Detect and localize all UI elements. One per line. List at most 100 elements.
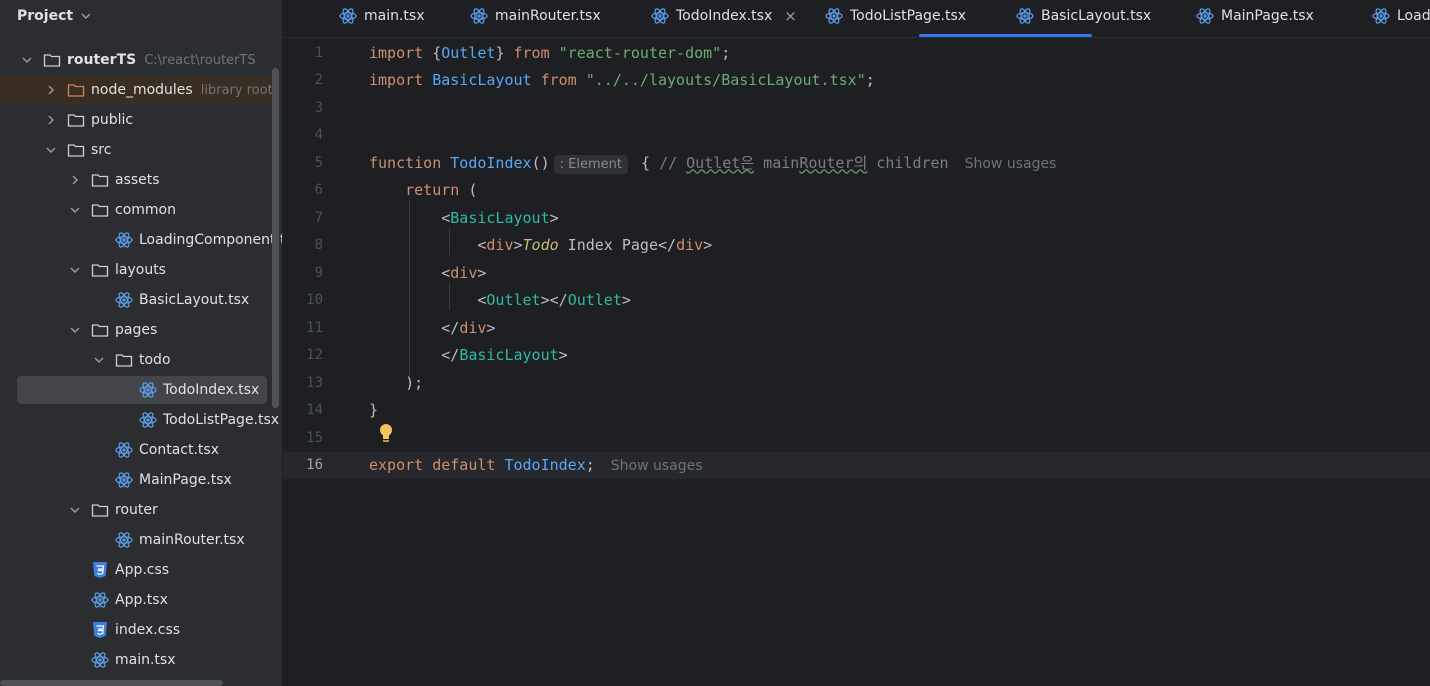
line-number: 15 <box>306 429 323 446</box>
folder-icon <box>67 81 85 99</box>
line-number: 14 <box>306 402 323 418</box>
code-text: import {Outlet} from "react-router-dom"; <box>369 43 731 62</box>
tree-item[interactable]: pages <box>0 316 270 344</box>
code-text: ); <box>369 373 424 392</box>
editor-tab[interactable]: BasicLayout.tsx <box>1016 0 1151 32</box>
tree-item-label: index.css <box>115 622 181 638</box>
react-file-icon <box>139 381 157 399</box>
code-line[interactable]: 4 <box>283 122 1430 149</box>
code-text: <div> <box>369 263 487 282</box>
code-line[interactable]: 11 </div> <box>283 314 1430 341</box>
code-line[interactable]: 8 <div>Todo Index Page</div> <box>283 232 1430 259</box>
chevron-down-icon[interactable] <box>92 353 106 367</box>
code-line[interactable]: 14} <box>283 397 1430 424</box>
line-number: 5 <box>314 154 323 171</box>
folder-icon <box>67 111 85 129</box>
chevron-right-icon[interactable] <box>68 173 82 187</box>
lightbulb-icon[interactable] <box>378 423 394 443</box>
editor-tab[interactable]: mainRouter.tsx <box>470 0 601 32</box>
sidebar-scrollbar[interactable] <box>272 68 279 408</box>
tree-item[interactable]: App.css <box>0 556 270 584</box>
code-line[interactable]: 2 import BasicLayout from "../../layouts/… <box>283 67 1430 94</box>
tree-item[interactable]: index.css <box>0 616 270 644</box>
tree-item-label: routerTS <box>67 52 137 68</box>
sidebar-horizontal-scrollbar[interactable] <box>0 680 223 686</box>
tree-item[interactable]: routerTS C:\react\routerTS <box>0 46 270 74</box>
line-number: 8 <box>314 237 323 253</box>
close-icon[interactable]: × <box>784 7 797 25</box>
tree-item[interactable]: router <box>0 496 270 524</box>
code-line[interactable]: 12 </BasicLayout> <box>283 342 1430 369</box>
code-line[interactable]: 7 <BasicLayout> <box>283 204 1430 231</box>
chevron-right-icon[interactable] <box>44 83 58 97</box>
tree-item-label: Contact.tsx <box>139 442 219 458</box>
tree-item-label: MainPage.tsx <box>139 472 232 488</box>
chevron-right-icon[interactable] <box>44 113 58 127</box>
chevron-down-icon[interactable] <box>68 203 82 217</box>
css-file-icon <box>91 561 109 579</box>
project-panel-header[interactable]: Project <box>0 0 282 32</box>
editor-tab[interactable]: TodoListPage.tsx <box>825 0 966 32</box>
tree-item[interactable]: todo <box>0 346 270 374</box>
tree-item-label: layouts <box>115 262 166 278</box>
line-number: 4 <box>314 127 323 143</box>
code-line[interactable]: 10 <Outlet></Outlet> <box>283 287 1430 314</box>
editor-tab[interactable]: main.tsx <box>339 0 425 32</box>
tree-item[interactable]: App.tsx <box>0 586 270 614</box>
code-text: <BasicLayout> <box>369 208 559 227</box>
tree-item-label: TodoListPage.tsx <box>163 412 280 428</box>
show-usages-link[interactable]: Show usages <box>965 156 1057 172</box>
tab-label: BasicLayout.tsx <box>1041 8 1152 24</box>
tree-item[interactable]: main.tsx <box>0 646 270 674</box>
code-text: } <box>369 401 379 419</box>
editor-tab[interactable]: TodoIndex.tsx × <box>651 0 797 32</box>
tree-item[interactable]: src <box>0 136 270 164</box>
tree-item-label: LoadingComponent.tsx <box>139 232 282 248</box>
editor-tab[interactable]: MainPage.tsx <box>1196 0 1314 32</box>
tree-item[interactable]: common <box>0 196 270 224</box>
chevron-down-icon[interactable] <box>68 503 82 517</box>
code-editor[interactable]: 1 import {Outlet} from "react-router-dom"… <box>283 38 1430 686</box>
css-file-icon <box>91 621 109 639</box>
tree-item[interactable]: Contact.tsx <box>0 436 270 464</box>
code-text: </div> <box>369 318 496 337</box>
chevron-down-icon[interactable] <box>79 9 93 23</box>
code-line[interactable]: 3 <box>283 94 1430 121</box>
code-line[interactable]: 16 export default TodoIndex; Show usages <box>283 451 1430 479</box>
folder-icon <box>91 321 109 339</box>
tree-item[interactable]: mainRouter.tsx <box>0 526 270 554</box>
tree-item[interactable]: LoadingComponent.tsx <box>0 226 282 254</box>
tree-item[interactable]: TodoListPage.tsx <box>0 406 279 434</box>
folder-icon <box>43 51 61 69</box>
chevron-down-icon[interactable] <box>68 323 82 337</box>
code-line[interactable]: 5 function TodoIndex(): Element { // Outl… <box>283 149 1430 176</box>
line-number: 13 <box>306 374 323 391</box>
code-line[interactable]: 15 <box>283 424 1430 451</box>
react-file-icon <box>91 651 109 669</box>
tree-item[interactable]: layouts <box>0 256 270 284</box>
tree-item-label: common <box>115 202 176 218</box>
tree-item[interactable]: BasicLayout.tsx <box>0 286 270 314</box>
code-line[interactable]: 1 import {Outlet} from "react-router-dom"… <box>283 39 1430 66</box>
chevron-down-icon[interactable] <box>44 143 58 157</box>
tab-label: TodoListPage.tsx <box>850 8 967 24</box>
tree-item-label: todo <box>139 352 171 368</box>
tree-item[interactable]: MainPage.tsx <box>0 466 270 494</box>
code-line[interactable]: 9 <div> <box>283 259 1430 286</box>
line-number: 12 <box>306 347 323 363</box>
tree-item[interactable]: TodoIndex.tsx <box>17 376 267 404</box>
editor-tab[interactable]: Loadi <box>1372 0 1430 32</box>
tree-item[interactable]: node_modules library root <box>0 76 280 104</box>
editor-tab-bar: main.tsx mainRouter.tsx TodoIndex.tsx × Todo… <box>283 0 1430 38</box>
chevron-down-icon[interactable] <box>20 53 34 67</box>
line-number: 6 <box>314 182 323 198</box>
code-line[interactable]: 13 ); <box>283 369 1430 396</box>
chevron-down-icon[interactable] <box>68 263 82 277</box>
tab-label: Loadi <box>1397 8 1430 24</box>
show-usages-link[interactable]: Show usages <box>611 458 703 474</box>
tree-item[interactable]: assets <box>0 166 270 194</box>
tree-item[interactable]: public <box>0 106 270 134</box>
react-file-icon <box>1372 7 1390 25</box>
tree-item-label: App.css <box>115 562 170 578</box>
code-line[interactable]: 6 return ( <box>283 177 1430 204</box>
